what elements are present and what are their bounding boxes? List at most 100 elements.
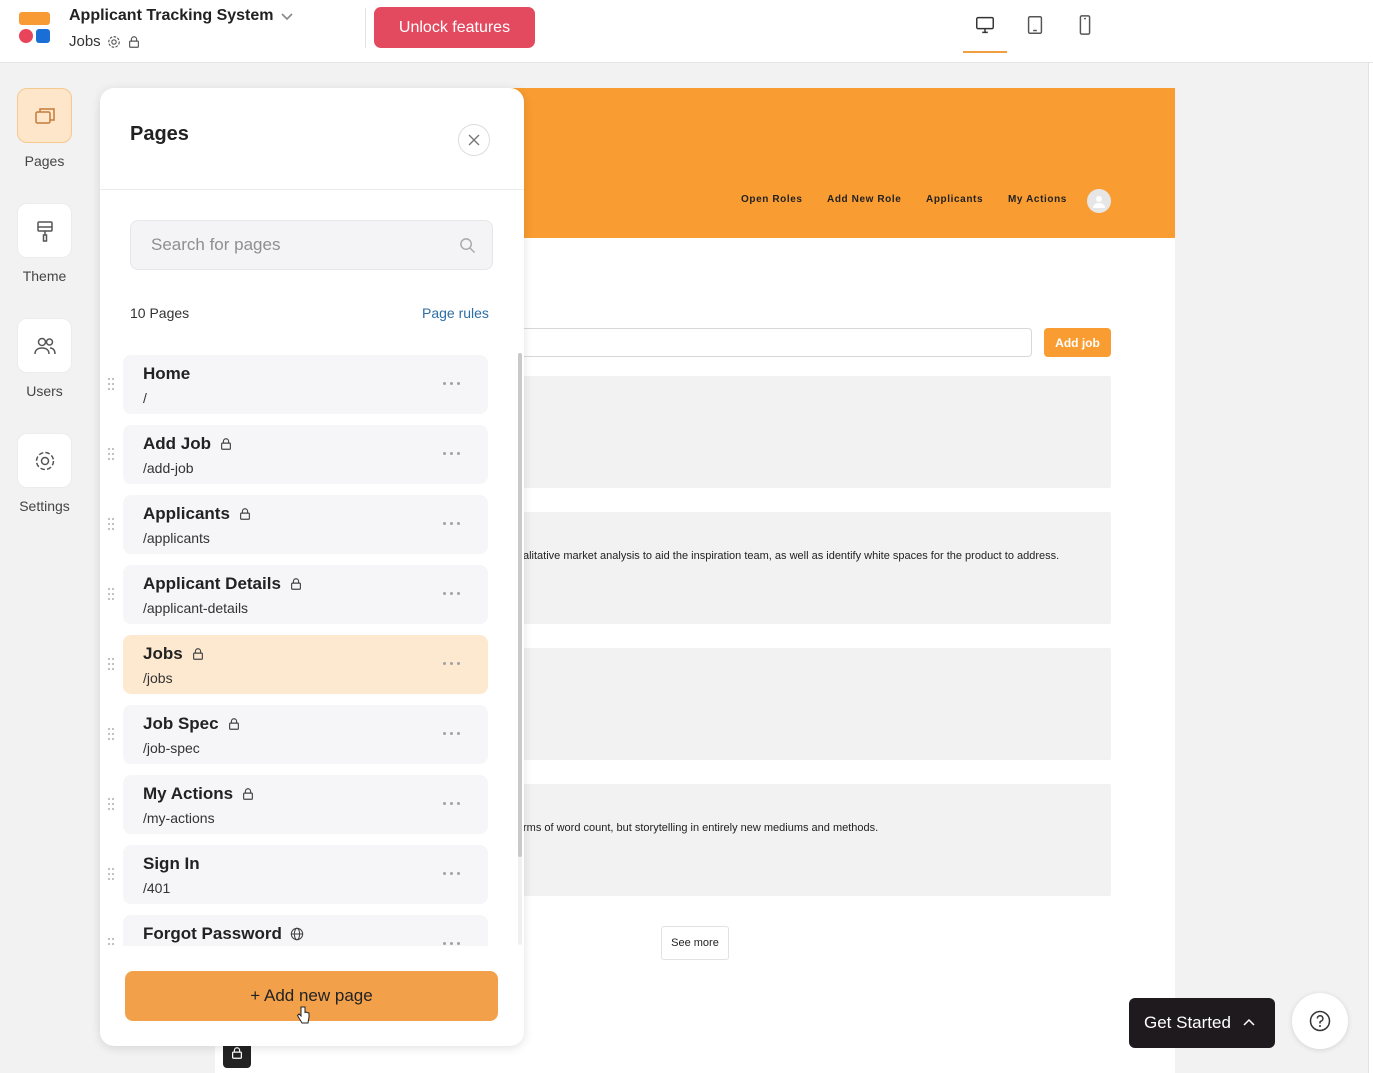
more-options-icon[interactable] [443, 452, 460, 455]
scrollbar-thumb[interactable] [518, 353, 522, 857]
job-card[interactable] [505, 648, 1111, 760]
more-options-icon[interactable] [443, 662, 460, 665]
job-card[interactable] [505, 376, 1111, 488]
more-options-icon[interactable] [443, 382, 460, 385]
more-options-icon[interactable] [443, 802, 460, 805]
rail-label: Settings [19, 498, 70, 514]
settings-button[interactable] [17, 433, 72, 488]
rail-item-settings[interactable]: Settings [17, 433, 72, 514]
preview-search-input[interactable] [505, 328, 1032, 357]
page-row-forgot-password[interactable]: Forgot Password [107, 915, 488, 946]
drag-handle-icon[interactable] [107, 797, 115, 811]
page-count: 10 Pages [130, 305, 190, 321]
get-started-button[interactable]: Get Started [1129, 998, 1275, 1048]
hand-cursor-icon [296, 1006, 310, 1024]
page-rules-link[interactable]: Page rules [422, 305, 489, 321]
lock-icon [290, 578, 301, 590]
page-name: Home [143, 364, 190, 384]
page-row-jobs[interactable]: Jobs /jobs [107, 635, 488, 694]
help-button[interactable] [1292, 993, 1348, 1049]
lock-icon [221, 438, 231, 450]
globe-icon [290, 927, 304, 941]
see-more-button[interactable]: See more [661, 926, 729, 960]
search-pages-field[interactable] [130, 220, 493, 270]
search-icon [460, 238, 476, 254]
rail-item-pages[interactable]: Pages [17, 88, 72, 169]
drag-handle-icon[interactable] [107, 727, 115, 741]
drag-handle-icon[interactable] [107, 937, 115, 946]
page-row-sign-in[interactable]: Sign In /401 [107, 845, 488, 904]
more-options-icon[interactable] [443, 872, 460, 875]
job-card[interactable]: rms of word count, but storytelling in e… [505, 784, 1111, 896]
page-name: Applicants [143, 504, 252, 524]
more-options-icon[interactable] [443, 522, 460, 525]
theme-button[interactable] [17, 203, 72, 258]
rail-item-theme[interactable]: Theme [17, 203, 72, 284]
avatar[interactable] [1087, 189, 1111, 213]
job-card-description: rms of word count, but storytelling in e… [523, 822, 879, 834]
page-row-my-actions[interactable]: My Actions /my-actions [107, 775, 488, 834]
drag-handle-icon[interactable] [107, 867, 115, 881]
tablet-icon [1027, 16, 1043, 34]
page-name-text: My Actions [143, 784, 234, 803]
help-icon [1309, 1010, 1331, 1032]
nav-link-open-roles[interactable]: Open Roles [741, 194, 803, 205]
page-name-text: Home [143, 364, 191, 383]
search-input[interactable] [151, 221, 451, 269]
users-button[interactable] [17, 318, 72, 373]
page-path: / [143, 390, 147, 406]
pages-list: Home / Add Job /add-job Applicants /appl… [100, 346, 524, 946]
drag-handle-icon[interactable] [107, 447, 115, 461]
close-panel-button[interactable] [458, 124, 490, 156]
add-job-button[interactable]: Add job [1044, 328, 1111, 357]
page-name-text: Sign In [143, 854, 200, 873]
divider [100, 189, 524, 190]
nav-link-add-new-role[interactable]: Add New Role [827, 194, 901, 205]
lock-icon [243, 788, 253, 800]
page-row-home[interactable]: Home / [107, 355, 488, 414]
rail-item-users[interactable]: Users [17, 318, 72, 399]
unlock-features-button[interactable]: Unlock features [374, 7, 535, 48]
page-name-text: Add Job [143, 434, 211, 453]
drag-handle-icon[interactable] [107, 587, 115, 601]
lock-icon [228, 718, 239, 730]
page-name: My Actions [143, 784, 255, 804]
chevron-down-icon[interactable] [280, 9, 294, 23]
pages-panel: Pages 10 Pages Page rules Home / Add Job… [100, 88, 524, 1046]
drag-handle-icon[interactable] [107, 517, 115, 531]
tablet-view-button[interactable] [1013, 14, 1057, 54]
gear-icon [35, 451, 54, 470]
chevron-up-icon [1243, 1018, 1255, 1026]
panel-title: Pages [130, 123, 189, 145]
job-card[interactable]: alitative market analysis to aid the ins… [505, 512, 1111, 624]
page-row-applicants[interactable]: Applicants /applicants [107, 495, 488, 554]
more-options-icon[interactable] [443, 942, 460, 945]
pages-button[interactable] [17, 88, 72, 143]
app-logo[interactable] [19, 12, 51, 44]
more-options-icon[interactable] [443, 732, 460, 735]
more-options-icon[interactable] [443, 592, 460, 595]
gear-icon[interactable] [107, 35, 121, 49]
page-name: Job Spec [143, 714, 241, 734]
mobile-view-button[interactable] [1063, 14, 1107, 54]
page-name: Sign In [143, 854, 200, 874]
app-title[interactable]: Applicant Tracking System [69, 7, 274, 25]
page-name-text: Job Spec [143, 714, 219, 733]
lock-icon [232, 1047, 242, 1059]
page-name-text: Applicant Details [143, 574, 281, 593]
nav-link-applicants[interactable]: Applicants [926, 194, 983, 205]
page-name: Add Job [143, 434, 233, 454]
mobile-icon [1079, 15, 1091, 35]
drag-handle-icon[interactable] [107, 657, 115, 671]
add-new-page-button[interactable]: + Add new page [125, 971, 498, 1021]
drag-handle-icon[interactable] [107, 377, 115, 391]
page-row-applicant-details[interactable]: Applicant Details /applicant-details [107, 565, 488, 624]
nav-link-my-actions[interactable]: My Actions [1008, 194, 1067, 205]
page-row-job-spec[interactable]: Job Spec /job-spec [107, 705, 488, 764]
lock-icon [128, 35, 139, 48]
desktop-view-button[interactable] [963, 14, 1007, 54]
page-name: Applicant Details [143, 574, 303, 594]
lock-icon [192, 648, 203, 660]
page-row-add-job[interactable]: Add Job /add-job [107, 425, 488, 484]
close-icon [468, 134, 480, 146]
